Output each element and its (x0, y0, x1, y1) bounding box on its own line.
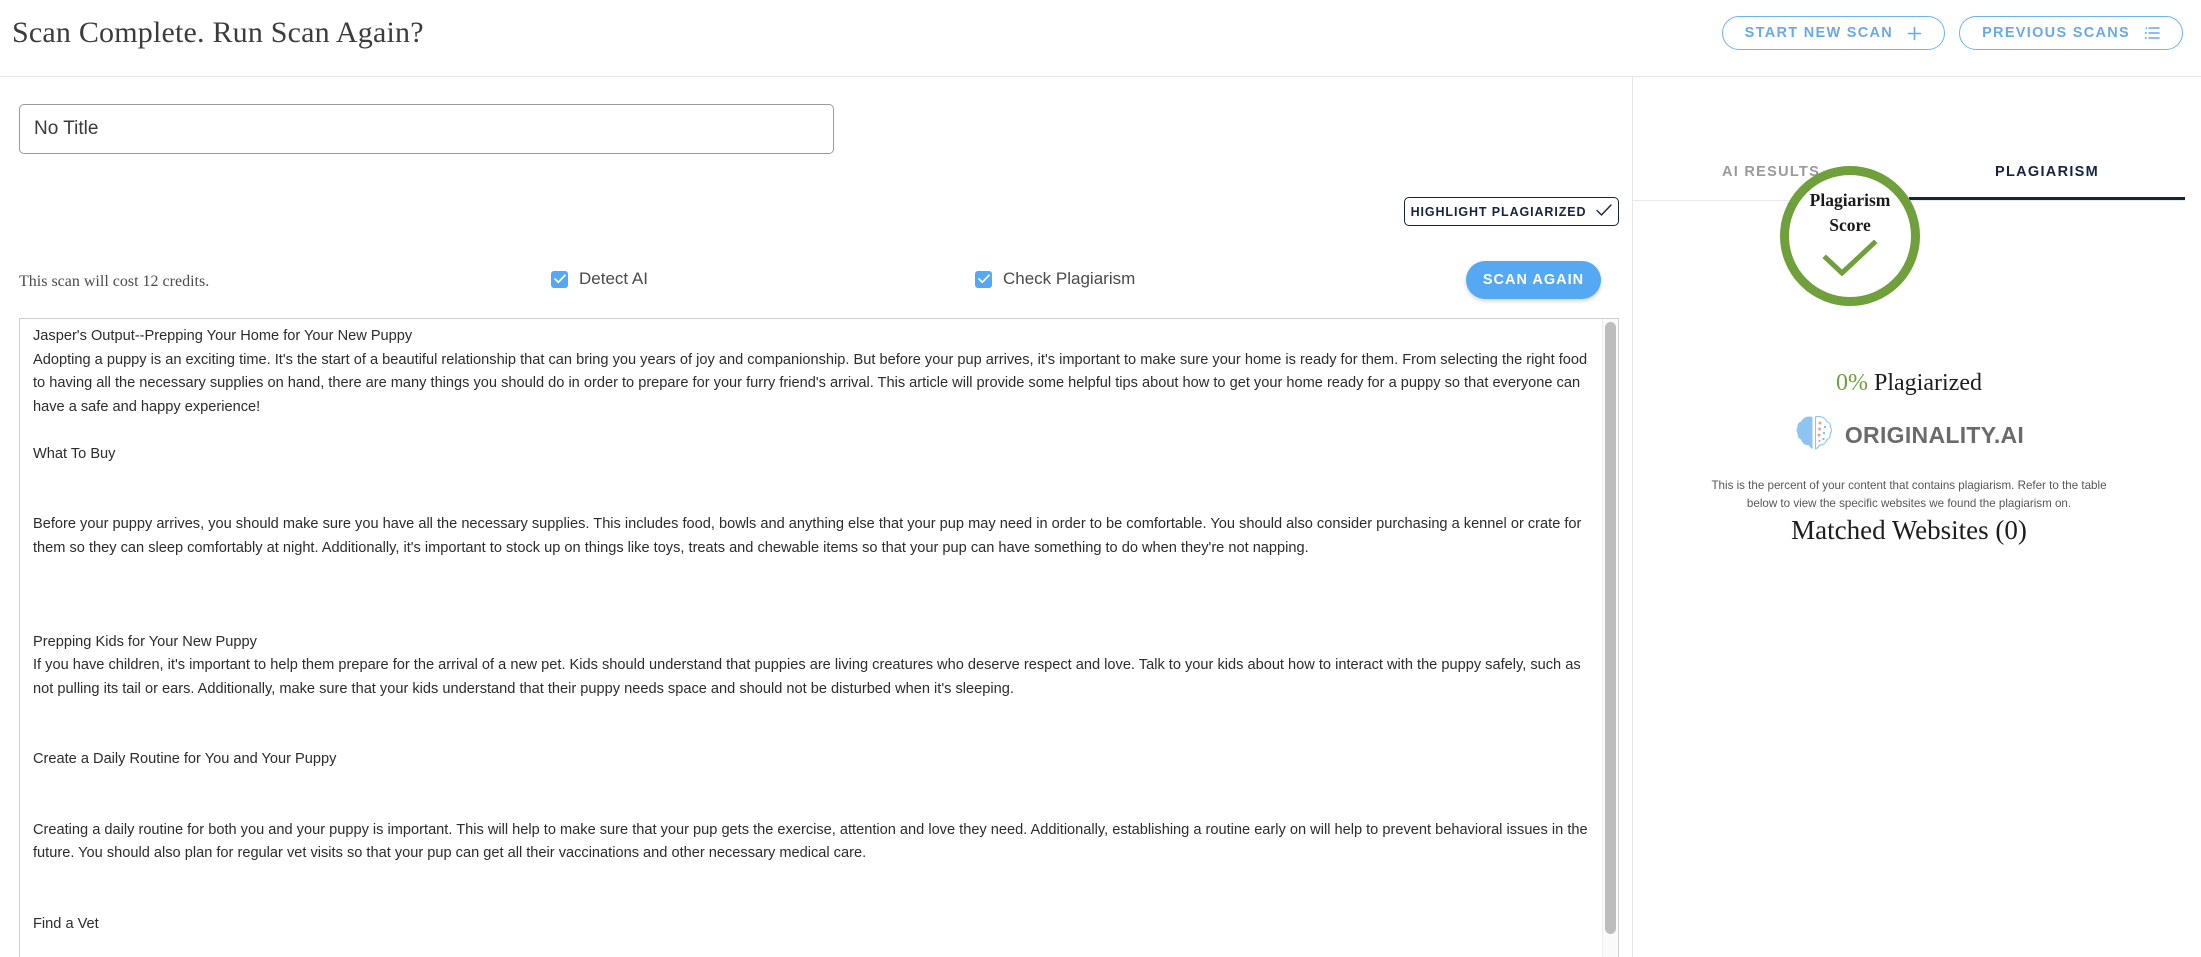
page-title: Scan Complete. Run Scan Again? (12, 16, 424, 49)
tab-plagiarism[interactable]: PLAGIARISM (1909, 157, 2185, 200)
content-textarea-wrapper: Jasper's Output--Prepping Your Home for … (19, 318, 1619, 957)
plagiarism-score-ring: Plagiarism Score (1780, 166, 1920, 306)
content-scrollbar-thumb[interactable] (1605, 322, 1616, 934)
scan-cost-text: This scan will cost 12 credits. (19, 273, 210, 290)
matched-websites-heading: Matched Websites (0) (1791, 515, 2027, 545)
results-tabs: AI RESULTS PLAGIARISM (1633, 157, 2185, 200)
originality-brand: ORIGINALITY.AI (1633, 414, 2185, 457)
score-caption: 0% Plagiarized (1633, 370, 2185, 397)
previous-scans-button[interactable]: PREVIOUS SCANS (1959, 16, 2183, 50)
check-plagiarism-checkbox-group[interactable]: Check Plagiarism (975, 269, 1135, 289)
plus-icon (1907, 26, 1922, 41)
previous-scans-label: PREVIOUS SCANS (1982, 25, 2130, 41)
check-plagiarism-label[interactable]: Check Plagiarism (1003, 269, 1135, 289)
brain-logo-icon (1794, 414, 1834, 457)
detect-ai-checkbox-group[interactable]: Detect AI (551, 269, 648, 289)
start-new-scan-label: START NEW SCAN (1744, 25, 1894, 41)
top-bar: Scan Complete. Run Scan Again? START NEW… (0, 0, 2201, 76)
detect-ai-label[interactable]: Detect AI (579, 269, 648, 289)
success-check-icon (1822, 239, 1878, 281)
editor-pane: HIGHLIGHT PLAGIARIZED This scan will cos… (0, 77, 1632, 957)
top-bar-actions: START NEW SCAN PREVIOUS SCANS (1721, 16, 2183, 50)
check-plagiarism-checkbox[interactable] (975, 270, 992, 288)
content-scrollbar-track[interactable] (1602, 319, 1618, 957)
scan-again-button[interactable]: SCAN AGAIN (1466, 261, 1601, 299)
score-ring-line2: Score (1829, 215, 1871, 235)
results-pane: Words: 591 AI RESULTS PLAGIARISM Plagiar… (1633, 77, 2201, 957)
brand-name: ORIGINALITY.AI (1844, 422, 2025, 448)
highlight-plagiarized-label: HIGHLIGHT PLAGIARIZED (1410, 204, 1587, 219)
score-disclaimer: This is the percent of your content that… (1711, 479, 2107, 510)
score-caption-label: Plagiarized (1874, 370, 1982, 396)
highlight-plagiarized-button[interactable]: HIGHLIGHT PLAGIARIZED (1404, 197, 1619, 226)
score-percent: 0% (1836, 370, 1869, 396)
plagiarism-scan-app: Scan Complete. Run Scan Again? START NEW… (0, 0, 2201, 957)
content-textarea[interactable]: Jasper's Output--Prepping Your Home for … (20, 319, 1603, 957)
start-new-scan-button[interactable]: START NEW SCAN (1721, 16, 1946, 50)
score-ring-line1: Plagiarism (1809, 190, 1891, 210)
check-icon (1596, 203, 1613, 220)
detect-ai-checkbox[interactable] (551, 270, 568, 288)
list-icon (2144, 26, 2160, 40)
document-title-input[interactable] (19, 104, 834, 154)
